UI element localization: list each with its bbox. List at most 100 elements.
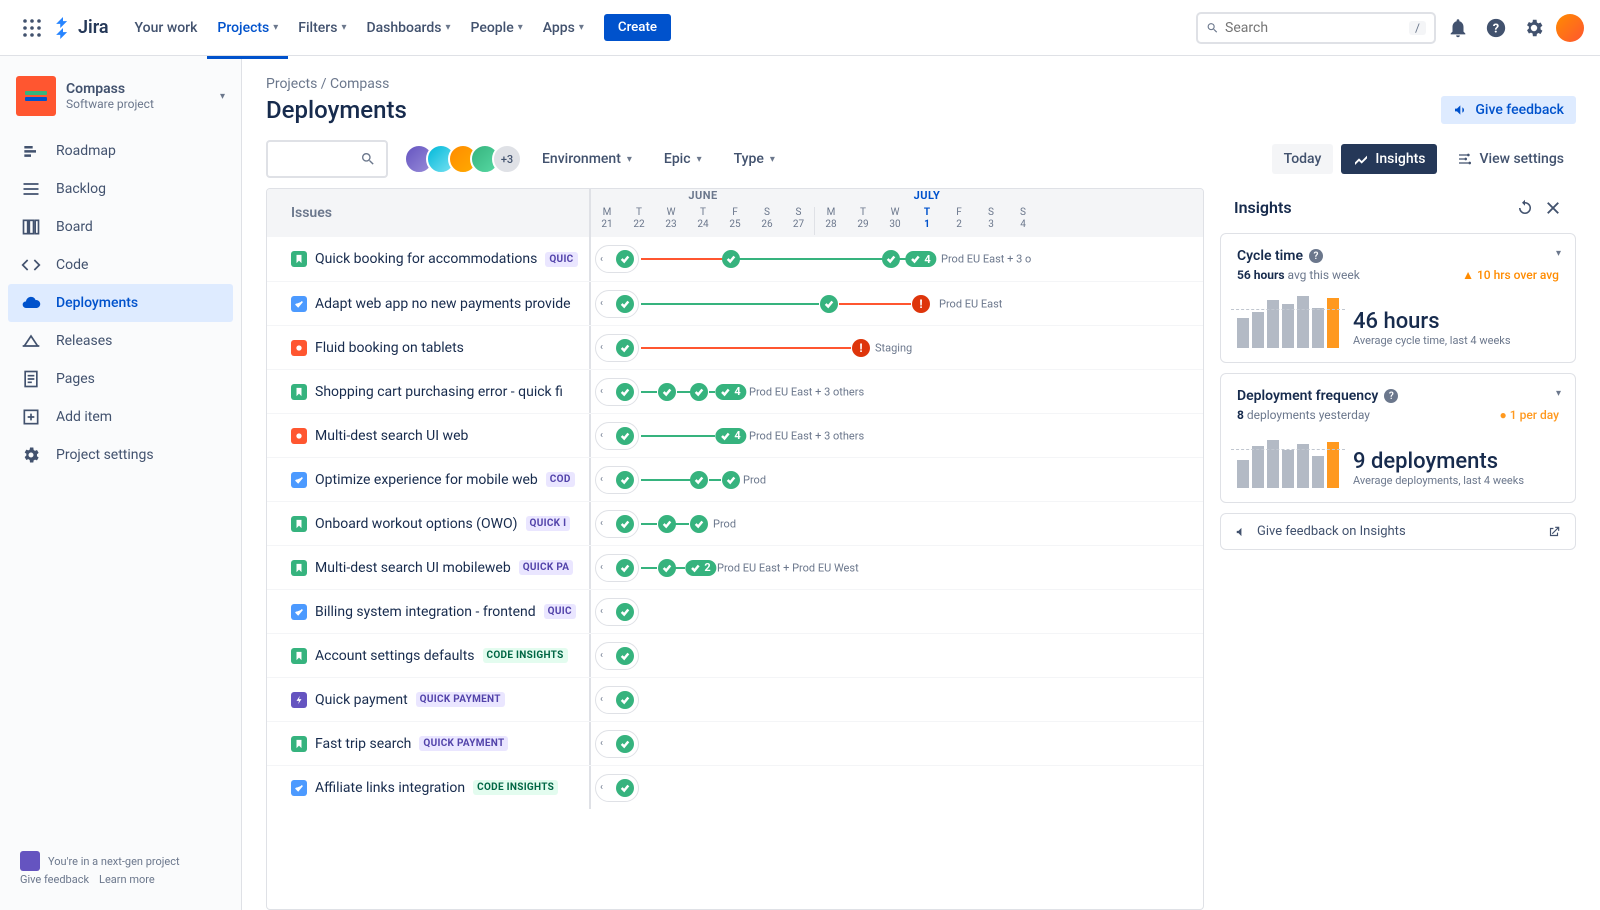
deploy-success-icon[interactable]	[690, 471, 708, 489]
issue-row[interactable]: Account settings defaultsCODE INSIGHTS‹	[267, 633, 1203, 677]
issue-row[interactable]: Affiliate links integrationCODE INSIGHTS…	[267, 765, 1203, 809]
chevron-down-icon[interactable]: ▾	[1556, 388, 1561, 399]
expand-pill[interactable]: ‹	[595, 334, 639, 362]
sidebar-item-project-settings[interactable]: Project settings	[8, 436, 233, 474]
project-name: Compass	[66, 81, 210, 97]
issue-row[interactable]: Shopping cart purchasing error - quick f…	[267, 369, 1203, 413]
user-avatar[interactable]	[1556, 14, 1584, 42]
project-selector[interactable]: Compass Software project ▾	[8, 76, 233, 132]
chevron-down-icon[interactable]: ▾	[1556, 248, 1561, 259]
day-header: S27	[783, 207, 815, 235]
sidebar-icon	[20, 406, 42, 428]
expand-pill[interactable]: ‹	[595, 422, 639, 450]
sidebar-item-code[interactable]: Code	[8, 246, 233, 284]
close-icon[interactable]	[1544, 199, 1562, 217]
nav-people[interactable]: People ▾	[460, 14, 532, 42]
issue-row[interactable]: Onboard workout options (OWO)QUICK I‹Pro…	[267, 501, 1203, 545]
help-icon[interactable]: ?	[1480, 12, 1512, 44]
assignee-filter[interactable]: +3	[404, 144, 522, 174]
global-search[interactable]: /	[1196, 12, 1436, 44]
insights-feedback-link[interactable]: Give feedback on Insights	[1220, 513, 1576, 550]
expand-pill[interactable]: ‹	[595, 686, 639, 714]
nav-your-work[interactable]: Your work	[125, 14, 208, 42]
expand-pill[interactable]: ‹	[595, 466, 639, 494]
footer-learn-link[interactable]: Learn more	[99, 873, 155, 886]
deploy-count-badge[interactable]: 4	[905, 251, 936, 267]
filter-environment[interactable]: Environment ▾	[538, 145, 636, 173]
deploy-success-icon[interactable]	[722, 250, 740, 268]
expand-pill[interactable]: ‹	[595, 598, 639, 626]
jira-logo[interactable]: Jira	[52, 17, 109, 39]
breadcrumb[interactable]: Projects / Compass	[266, 76, 1576, 92]
deploy-success-icon[interactable]	[690, 515, 708, 533]
expand-pill[interactable]: ‹	[595, 245, 639, 273]
expand-pill[interactable]: ‹	[595, 554, 639, 582]
sidebar-item-releases[interactable]: Releases	[8, 322, 233, 360]
filter-epic[interactable]: Epic ▾	[660, 145, 706, 173]
insights-button[interactable]: Insights	[1341, 144, 1437, 174]
month-label: JULY	[815, 189, 1039, 207]
view-settings-button[interactable]: View settings	[1445, 144, 1576, 174]
deploy-count-badge[interactable]: 2	[685, 560, 716, 576]
deploy-success-icon[interactable]	[820, 295, 838, 313]
sidebar-item-roadmap[interactable]: Roadmap	[8, 132, 233, 170]
deploy-success-icon[interactable]	[882, 250, 900, 268]
issue-row[interactable]: Quick booking for accommodationsQUIC‹4Pr…	[267, 237, 1203, 281]
sidebar-item-board[interactable]: Board	[8, 208, 233, 246]
issue-row[interactable]: Multi-dest search UI mobilewebQUICK PA‹2…	[267, 545, 1203, 589]
expand-pill[interactable]: ‹	[595, 510, 639, 538]
avatar-more[interactable]: +3	[492, 144, 522, 174]
issue-row[interactable]: Multi-dest search UI web‹4Prod EU East +…	[267, 413, 1203, 457]
help-icon[interactable]: ?	[1384, 389, 1398, 403]
deploy-error-icon[interactable]: !	[852, 339, 870, 357]
issue-row[interactable]: Quick paymentQUICK PAYMENT‹	[267, 677, 1203, 721]
issue-row[interactable]: Adapt web app no new payments provide‹!P…	[267, 281, 1203, 325]
issue-search[interactable]	[266, 140, 388, 178]
sidebar-item-backlog[interactable]: Backlog	[8, 170, 233, 208]
issue-tag: CODE INSIGHTS	[473, 780, 558, 795]
give-feedback-button[interactable]: Give feedback	[1441, 96, 1576, 124]
deploy-success-icon[interactable]	[722, 471, 740, 489]
issue-tag: QUICK PAYMENT	[416, 692, 505, 707]
main-content: Projects / Compass Deployments Give feed…	[242, 56, 1600, 910]
deploy-success-icon[interactable]	[690, 383, 708, 401]
sidebar-item-add-item[interactable]: Add item	[8, 398, 233, 436]
month-label: JUNE	[591, 189, 815, 207]
status-check-icon	[616, 339, 634, 357]
footer-feedback-link[interactable]: Give feedback	[20, 873, 89, 886]
settings-icon[interactable]	[1518, 12, 1550, 44]
sidebar-item-pages[interactable]: Pages	[8, 360, 233, 398]
deploy-success-icon[interactable]	[658, 515, 676, 533]
today-button[interactable]: Today	[1272, 144, 1334, 174]
notifications-icon[interactable]	[1442, 12, 1474, 44]
nav-dashboards[interactable]: Dashboards ▾	[356, 14, 460, 42]
deploy-success-icon[interactable]	[658, 559, 676, 577]
story-icon	[291, 251, 307, 267]
refresh-icon[interactable]	[1516, 199, 1534, 217]
filter-type[interactable]: Type ▾	[730, 145, 779, 173]
expand-pill[interactable]: ‹	[595, 378, 639, 406]
app-switcher-icon[interactable]	[16, 12, 48, 44]
deploy-error-icon[interactable]: !	[912, 295, 930, 313]
deploy-count-badge[interactable]: 4	[715, 428, 746, 444]
deploy-success-icon[interactable]	[658, 383, 676, 401]
help-icon[interactable]: ?	[1309, 249, 1323, 263]
top-nav: Jira Your workProjects ▾Filters ▾Dashboa…	[0, 0, 1600, 56]
issue-row[interactable]: Billing system integration - frontendQUI…	[267, 589, 1203, 633]
sidebar-item-deployments[interactable]: Deployments	[8, 284, 233, 322]
nav-projects[interactable]: Projects ▾	[207, 14, 288, 42]
status-check-icon	[616, 691, 634, 709]
expand-pill[interactable]: ‹	[595, 290, 639, 318]
expand-pill[interactable]: ‹	[595, 730, 639, 758]
cycle-average: 46 hours	[1353, 309, 1511, 334]
issue-row[interactable]: Fast trip searchQUICK PAYMENT‹	[267, 721, 1203, 765]
create-button[interactable]: Create	[604, 14, 671, 41]
search-input[interactable]	[1225, 20, 1403, 36]
issue-row[interactable]: Optimize experience for mobile webCOD‹Pr…	[267, 457, 1203, 501]
nav-filters[interactable]: Filters ▾	[288, 14, 356, 42]
expand-pill[interactable]: ‹	[595, 642, 639, 670]
deploy-count-badge[interactable]: 4	[715, 384, 746, 400]
expand-pill[interactable]: ‹	[595, 774, 639, 802]
issue-row[interactable]: Fluid booking on tablets‹!Staging	[267, 325, 1203, 369]
nav-apps[interactable]: Apps ▾	[533, 14, 594, 42]
